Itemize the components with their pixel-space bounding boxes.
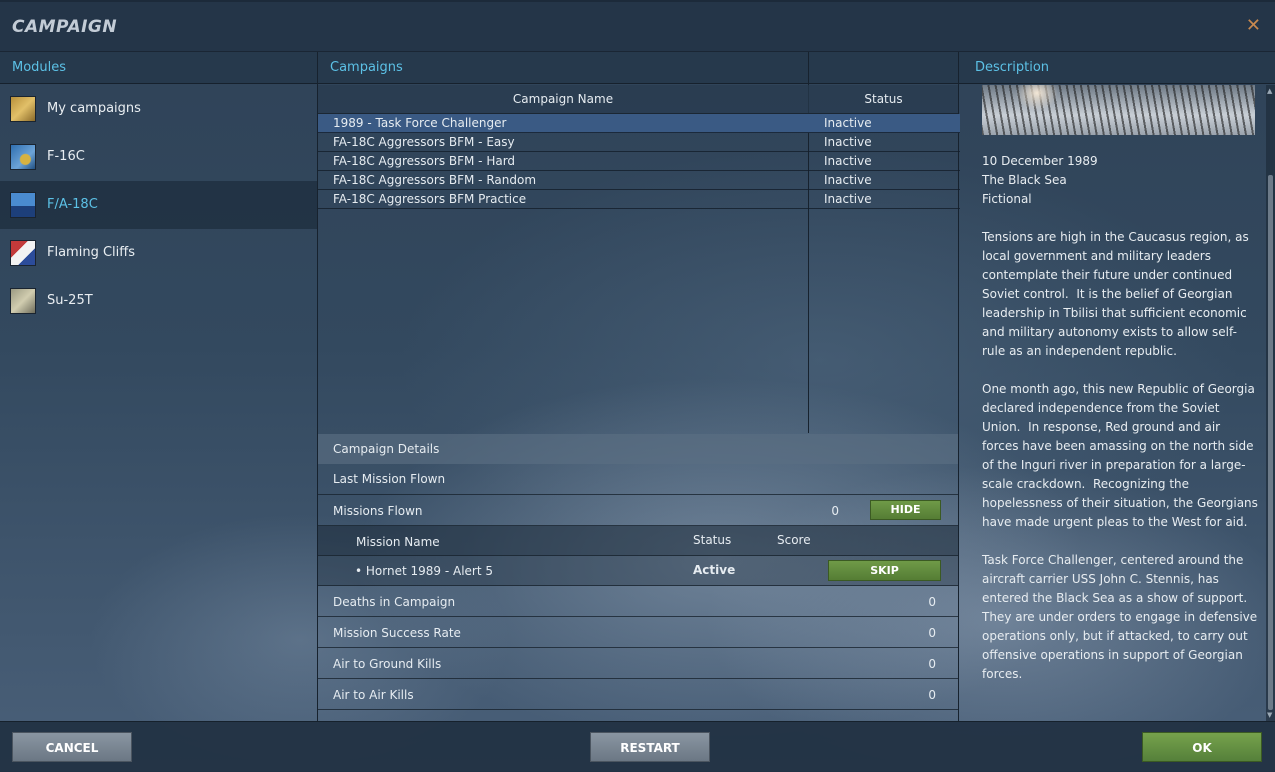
stat-value: 0: [928, 688, 936, 702]
module-item-flaming-cliffs[interactable]: Flaming Cliffs: [0, 229, 317, 277]
module-label: My campaigns: [47, 101, 141, 116]
stat-value: 0: [928, 626, 936, 640]
campaign-row[interactable]: FA-18C Aggressors BFM - Random Inactive: [318, 171, 960, 190]
flaming-cliffs-icon: [10, 240, 36, 266]
modules-heading: Modules: [12, 60, 67, 75]
missions-table-header: Mission Name Status Score: [318, 526, 958, 556]
module-item-my-campaigns[interactable]: My campaigns: [0, 85, 317, 133]
stat-value: 0: [928, 657, 936, 671]
column-header-campaign-name[interactable]: Campaign Name: [318, 92, 808, 106]
stat-row: Air to Air Kills 0: [318, 679, 958, 710]
title-bar: CAMPAIGN ✕: [0, 0, 1275, 52]
description-type: Fictional: [982, 192, 1032, 206]
stat-row: Deaths in Campaign 0: [318, 586, 958, 617]
campaigns-header: Campaigns: [318, 52, 808, 84]
stat-value: 0: [928, 595, 936, 609]
su25t-module-icon: [10, 288, 36, 314]
description-paragraph: Task Force Challenger, centered around t…: [982, 553, 1261, 681]
campaign-status: Inactive: [824, 173, 872, 187]
column-header-mission-status: Status: [693, 533, 732, 547]
campaign-name: FA-18C Aggressors BFM - Hard: [333, 154, 516, 168]
mission-row[interactable]: • Hornet 1989 - Alert 5 Active SKIP: [318, 556, 958, 586]
campaign-row[interactable]: FA-18C Aggressors BFM - Hard Inactive: [318, 152, 960, 171]
missions-flown-value: 0: [831, 504, 839, 518]
stat-label: Deaths in Campaign: [333, 595, 456, 609]
modules-list: My campaigns F-16C F/A-18C Flaming Cliff…: [0, 85, 317, 721]
scroll-up-icon[interactable]: ▲: [1267, 87, 1272, 95]
skip-button[interactable]: SKIP: [828, 560, 941, 581]
campaigns-table-header: Campaign Name Status: [318, 85, 958, 114]
my-campaigns-icon: [10, 96, 36, 122]
column-header-mission-name: Mission Name: [356, 535, 440, 549]
stat-row: Air to Ground Kills 0: [318, 648, 958, 679]
stat-label: Mission Success Rate: [333, 626, 461, 640]
campaign-status: Inactive: [824, 116, 872, 130]
campaign-name: FA-18C Aggressors BFM - Easy: [333, 135, 515, 149]
footer-bar: CANCEL RESTART OK: [0, 721, 1275, 772]
campaign-name: FA-18C Aggressors BFM - Random: [333, 173, 537, 187]
missions-flown-label: Missions Flown: [333, 504, 423, 518]
campaign-details-header: Campaign Details: [318, 434, 958, 464]
stat-label: Air to Air Kills: [333, 688, 414, 702]
restart-button[interactable]: RESTART: [590, 732, 710, 762]
campaign-details-title: Campaign Details: [333, 442, 440, 456]
modules-header: Modules: [0, 52, 317, 84]
campaign-name: FA-18C Aggressors BFM Practice: [333, 192, 527, 206]
close-icon[interactable]: ✕: [1246, 16, 1261, 36]
description-text: 10 December 1989 The Black Sea Fictional…: [982, 152, 1260, 684]
module-item-f16c[interactable]: F-16C: [0, 133, 317, 181]
campaign-status: Inactive: [824, 192, 872, 206]
campaign-name: 1989 - Task Force Challenger: [333, 116, 507, 130]
module-label: F/A-18C: [47, 197, 98, 212]
description-paragraph: One month ago, this new Republic of Geor…: [982, 382, 1262, 529]
column-header-status[interactable]: Status: [809, 92, 958, 106]
column-header-mission-score: Score: [777, 533, 811, 547]
description-location: The Black Sea: [982, 173, 1067, 187]
window-title: CAMPAIGN: [12, 17, 118, 37]
module-label: Su-25T: [47, 293, 93, 308]
last-mission-label: Last Mission Flown: [333, 472, 446, 486]
campaign-status: Inactive: [824, 154, 872, 168]
module-item-su25t[interactable]: Su-25T: [0, 277, 317, 325]
last-mission-row: Last Mission Flown: [318, 464, 958, 495]
description-scrollbar[interactable]: ▲ ▼: [1266, 85, 1275, 721]
description-paragraph: Tensions are high in the Caucasus region…: [982, 230, 1253, 358]
fa18c-module-icon: [10, 192, 36, 218]
scroll-down-icon[interactable]: ▼: [1267, 711, 1272, 719]
f16c-module-icon: [10, 144, 36, 170]
campaigns-table: Campaign Name Status 1989 - Task Force C…: [318, 85, 960, 433]
stat-row: Mission Success Rate 0: [318, 617, 958, 648]
campaign-row[interactable]: FA-18C Aggressors BFM - Easy Inactive: [318, 133, 960, 152]
description-panel: 10 December 1989 The Black Sea Fictional…: [959, 85, 1266, 721]
module-label: Flaming Cliffs: [47, 245, 135, 260]
campaign-row[interactable]: FA-18C Aggressors BFM Practice Inactive: [318, 190, 960, 209]
campaigns-heading: Campaigns: [330, 60, 403, 75]
cancel-button[interactable]: CANCEL: [12, 732, 132, 762]
description-heading: Description: [975, 60, 1050, 75]
missions-flown-row: Missions Flown 0 HIDE: [318, 495, 958, 526]
module-item-fa18c[interactable]: F/A-18C: [0, 181, 317, 229]
campaigns-header-blank: [809, 52, 958, 84]
campaign-preview-image: [982, 85, 1255, 135]
description-date: 10 December 1989: [982, 154, 1098, 168]
mission-status: Active: [693, 563, 736, 577]
campaign-row[interactable]: 1989 - Task Force Challenger Inactive: [318, 114, 960, 133]
ok-button[interactable]: OK: [1142, 732, 1262, 762]
hide-button[interactable]: HIDE: [870, 500, 941, 520]
module-label: F-16C: [47, 149, 85, 164]
mission-name: • Hornet 1989 - Alert 5: [355, 564, 493, 578]
campaign-status: Inactive: [824, 135, 872, 149]
scrollbar-thumb[interactable]: [1268, 175, 1273, 710]
stat-label: Air to Ground Kills: [333, 657, 442, 671]
description-header: Description: [959, 52, 1275, 84]
